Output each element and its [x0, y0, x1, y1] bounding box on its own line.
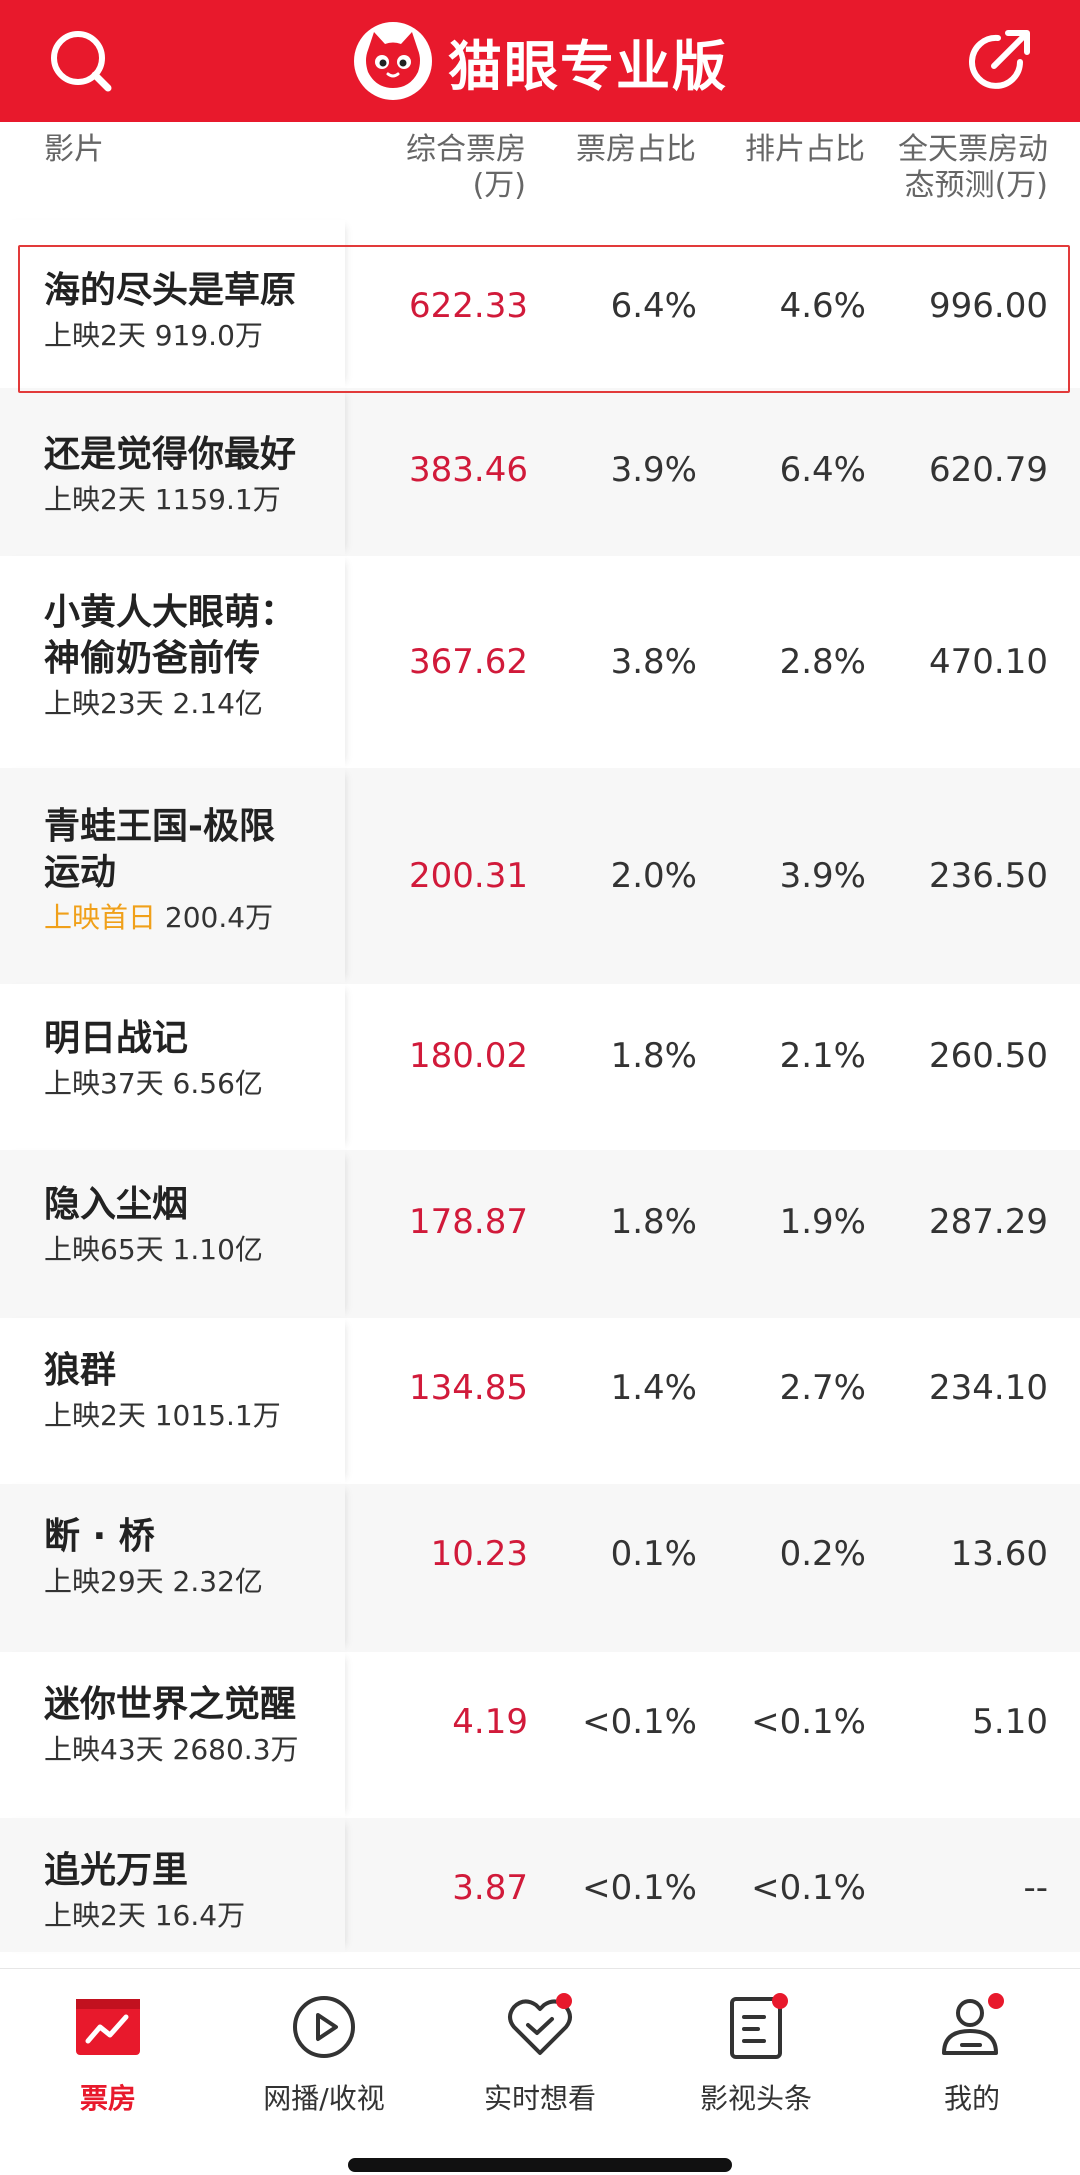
- screen-share-value: <0.1%: [751, 1868, 866, 1908]
- film-name: 小黄人大眼萌： 神偷奶爸前传: [44, 592, 297, 679]
- screen-share-value: 1.9%: [779, 1202, 866, 1242]
- box-share-value: 0.1%: [610, 1534, 697, 1574]
- film-meta: 上映37天 6.56亿: [44, 1067, 263, 1100]
- forecast-value: 13.60: [950, 1534, 1048, 1574]
- forecast-value: --: [1023, 1868, 1048, 1908]
- top-bar: 猫眼专业版: [0, 0, 1080, 122]
- screen-share-value: 0.2%: [779, 1534, 866, 1574]
- table-row[interactable]: 狼群 上映2天 1015.1万 134.85 1.4% 2.7% 234.10: [0, 1318, 1080, 1484]
- box-value: 200.31: [409, 856, 528, 896]
- column-header: 影片 综合票房 (万) 票房占比 排片占比 全天票房动 态预测(万): [0, 122, 1080, 220]
- box-office-chart-icon: [72, 1991, 144, 2063]
- box-value: 178.87: [409, 1202, 528, 1242]
- film-meta: 上映2天 16.4万: [44, 1899, 246, 1932]
- film-name: 明日战记: [44, 1018, 189, 1059]
- film-name: 狼群: [44, 1350, 117, 1391]
- table-row[interactable]: 还是觉得你最好 上映2天 1159.1万 383.46 3.9% 6.4% 62…: [0, 388, 1080, 556]
- film-meta: 上映2天 1015.1万: [44, 1399, 281, 1432]
- screen-share-value: 6.4%: [779, 450, 866, 490]
- film-name: 追光万里: [44, 1850, 189, 1891]
- box-office-list: 海的尽头是草原 上映2天 919.0万 622.33 6.4% 4.6% 996…: [0, 220, 1080, 1952]
- tab-me[interactable]: 我的: [864, 1991, 1080, 2117]
- screen-share-value: 4.6%: [779, 286, 866, 326]
- brand: 猫眼专业版: [352, 20, 728, 102]
- tab-streaming[interactable]: 网播/收视: [216, 1991, 432, 2117]
- table-row[interactable]: 海的尽头是草原 上映2天 919.0万 622.33 6.4% 4.6% 996…: [0, 220, 1080, 388]
- box-share-value: 6.4%: [610, 286, 697, 326]
- play-circle-icon: [288, 1991, 360, 2063]
- box-value: 383.46: [409, 450, 528, 490]
- table-row[interactable]: 小黄人大眼萌： 神偷奶爸前传 上映23天 2.14亿 367.62 3.8% 2.…: [0, 556, 1080, 768]
- table-row[interactable]: 明日战记 上映37天 6.56亿 180.02 1.8% 2.1% 260.50: [0, 984, 1080, 1150]
- film-name: 青蛙王国-极限 运动: [44, 806, 275, 893]
- forecast-value: 234.10: [929, 1368, 1048, 1408]
- film-meta: 上映2天 1159.1万: [44, 483, 281, 516]
- box-share-value: 3.9%: [610, 450, 697, 490]
- film-meta: 上映2天 919.0万: [44, 319, 263, 352]
- box-share-value: 1.4%: [610, 1368, 697, 1408]
- box-value: 622.33: [409, 286, 528, 326]
- share-icon[interactable]: [962, 22, 1038, 98]
- box-value: 367.62: [409, 642, 528, 682]
- user-icon: [936, 1991, 1008, 2063]
- forecast-value: 5.10: [972, 1702, 1048, 1742]
- box-share-value: 2.0%: [610, 856, 697, 896]
- box-value: 180.02: [409, 1036, 528, 1076]
- film-name: 海的尽头是草原: [44, 270, 297, 311]
- film-name: 迷你世界之觉醒: [44, 1684, 297, 1725]
- col-forecast[interactable]: 全天票房动 态预测(万): [848, 132, 1048, 204]
- news-doc-icon: [720, 1991, 792, 2063]
- col-screen-share[interactable]: 排片占比: [705, 132, 865, 168]
- forecast-value: 287.29: [929, 1202, 1048, 1242]
- box-share-value: 1.8%: [610, 1202, 697, 1242]
- forecast-value: 260.50: [929, 1036, 1048, 1076]
- film-meta: 上映23天 2.14亿: [44, 687, 263, 720]
- screen-share-value: 2.1%: [779, 1036, 866, 1076]
- forecast-value: 236.50: [929, 856, 1048, 896]
- heart-check-icon: [504, 1991, 576, 2063]
- box-value: 4.19: [452, 1702, 528, 1742]
- tab-headlines[interactable]: 影视头条: [648, 1991, 864, 2117]
- col-box-share[interactable]: 票房占比: [536, 132, 696, 168]
- box-share-value: 3.8%: [610, 642, 697, 682]
- film-name: 断 · 桥: [44, 1516, 155, 1557]
- notification-dot: [988, 1993, 1004, 2009]
- film-meta: 上映29天 2.32亿: [44, 1565, 263, 1598]
- notification-dot: [556, 1993, 572, 2009]
- film-name: 隐入尘烟: [44, 1184, 189, 1225]
- forecast-value: 470.10: [929, 642, 1048, 682]
- box-share-value: <0.1%: [582, 1702, 697, 1742]
- screen-share-value: <0.1%: [751, 1702, 866, 1742]
- film-meta: 上映43天 2680.3万: [44, 1733, 299, 1766]
- table-row[interactable]: 青蛙王国-极限 运动 上映首日 200.4万 200.31 2.0% 3.9% 2…: [0, 768, 1080, 984]
- notification-dot: [772, 1993, 788, 2009]
- box-value: 134.85: [409, 1368, 528, 1408]
- tab-box-office[interactable]: 票房: [0, 1991, 216, 2117]
- col-box-office[interactable]: 综合票房 (万): [346, 132, 526, 204]
- box-share-value: 1.8%: [610, 1036, 697, 1076]
- cat-logo-icon: [352, 20, 434, 102]
- table-row[interactable]: 追光万里 上映2天 16.4万 3.87 <0.1% <0.1% --: [0, 1818, 1080, 1952]
- forecast-value: 996.00: [929, 286, 1048, 326]
- search-icon[interactable]: [42, 22, 118, 98]
- box-value: 3.87: [452, 1868, 528, 1908]
- bottom-tab-bar: 票房 网播/收视 实时想看 影视头条 我的: [0, 1968, 1080, 2175]
- film-meta: 上映首日 200.4万: [44, 901, 274, 934]
- forecast-value: 620.79: [929, 450, 1048, 490]
- table-row[interactable]: 隐入尘烟 上映65天 1.10亿 178.87 1.8% 1.9% 287.29: [0, 1150, 1080, 1318]
- home-indicator: [348, 2158, 732, 2172]
- table-row[interactable]: 断 · 桥 上映29天 2.32亿 10.23 0.1% 0.2% 13.60: [0, 1484, 1080, 1652]
- box-share-value: <0.1%: [582, 1868, 697, 1908]
- box-value: 10.23: [430, 1534, 528, 1574]
- film-name: 还是觉得你最好: [44, 434, 297, 475]
- table-row[interactable]: 迷你世界之觉醒 上映43天 2680.3万 4.19 <0.1% <0.1% 5…: [0, 1652, 1080, 1818]
- col-film: 影片: [44, 132, 104, 167]
- screen-share-value: 3.9%: [779, 856, 866, 896]
- screen-share-value: 2.8%: [779, 642, 866, 682]
- app-title: 猫眼专业版: [448, 34, 728, 98]
- screen-share-value: 2.7%: [779, 1368, 866, 1408]
- tab-want-to-see[interactable]: 实时想看: [432, 1991, 648, 2117]
- film-meta: 上映65天 1.10亿: [44, 1233, 263, 1266]
